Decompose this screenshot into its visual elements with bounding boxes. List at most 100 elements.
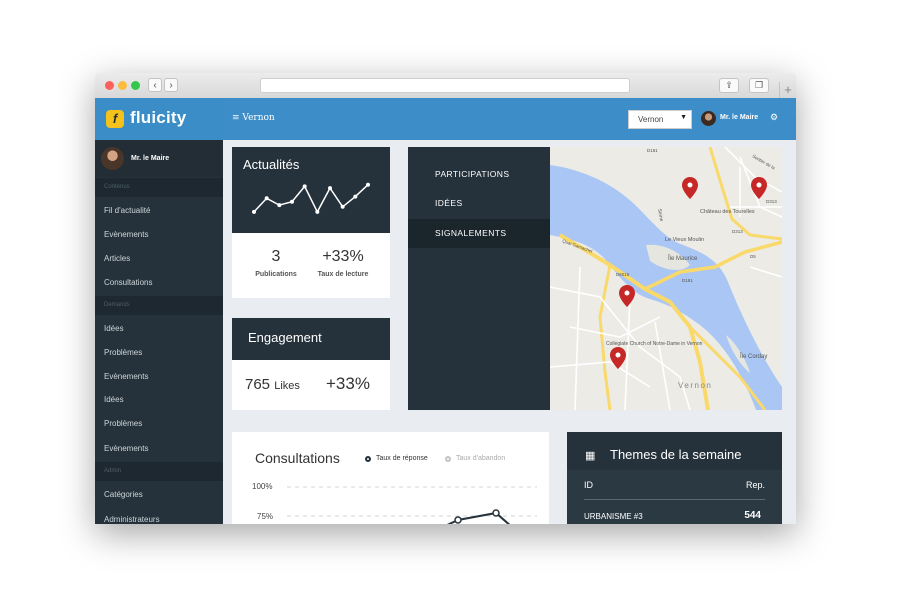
browser-window: ‹ › ⇪ ❐ + f fluicity ≡ Vernon Vernon ▼ M… — [95, 73, 796, 524]
themes-table: ID Rep. URBANISME #3 544 — [567, 470, 782, 524]
sidebar: Mr. le Maire Contenus Fil d'actualité Ev… — [95, 140, 223, 524]
map-panel: PARTICIPATIONS IDÉES SIGNALEMENTS Châtea… — [408, 147, 782, 410]
menu-toggle-button[interactable]: ≡ Vernon — [232, 113, 275, 123]
engagement-title: Engagement — [248, 330, 322, 345]
sidebar-item-idees[interactable]: Idées — [95, 317, 223, 341]
share-icon[interactable]: ⇪ — [719, 78, 739, 93]
map-label-d5: D5 — [750, 254, 756, 259]
back-icon[interactable]: ‹ — [148, 78, 162, 92]
map-label-collegiate: Collegiate Church of Notre-Dame in Verno… — [606, 341, 703, 347]
city-select[interactable]: Vernon ▼ — [628, 110, 692, 129]
sparkline-point — [252, 209, 256, 214]
caret-down-icon: ▼ — [680, 114, 687, 121]
sparkline-point — [353, 194, 358, 199]
address-bar[interactable] — [260, 78, 630, 93]
map-pin-1[interactable] — [682, 161, 698, 199]
grid-icon: ▦ — [585, 450, 596, 462]
engagement-card-header: Engagement — [232, 318, 390, 360]
sparkline-point — [315, 209, 320, 214]
sidebar-section-contenus: Contenus — [95, 178, 223, 197]
likes-stat: 765 Likes — [245, 376, 300, 393]
forward-icon[interactable]: › — [164, 78, 178, 92]
logo[interactable]: f fluicity — [95, 98, 223, 140]
header-user-name[interactable]: Mr. le Maire — [720, 114, 758, 121]
map-pin-4[interactable] — [610, 347, 626, 369]
sidebar-item-evenements-3[interactable]: Evènements — [95, 437, 223, 461]
engagement-rate: +33% — [326, 374, 370, 393]
taux-lecture-label: Taux de lecture — [317, 271, 369, 278]
tabs-icon[interactable]: ❐ — [749, 78, 769, 93]
publications-label: Publications — [255, 271, 297, 278]
sidebar-item-evenements[interactable]: Evènements — [95, 223, 223, 247]
sidebar-section-admin: Admin — [95, 462, 223, 481]
likes-unit: Likes — [274, 380, 300, 392]
engagement-card[interactable]: Engagement 765 Likes +33% — [232, 318, 390, 410]
sidebar-profile[interactable]: Mr. le Maire — [95, 140, 223, 177]
sidebar-item-categories[interactable]: Catégories — [95, 483, 223, 507]
reponse-point — [454, 516, 462, 524]
sparkline-point — [264, 196, 269, 201]
map-label-seine: Seine — [656, 208, 664, 222]
theme-row-id[interactable]: URBANISME #3 — [584, 512, 643, 521]
fluicity-logo-icon: f — [106, 110, 124, 128]
actualites-card-header: Actualités — [232, 147, 390, 233]
map-label-d313: D313 — [766, 199, 777, 204]
map-pin-2[interactable] — [751, 177, 767, 199]
map-label-d313-2: D313 — [732, 229, 743, 234]
road-north — [708, 147, 782, 241]
minimize-window-button[interactable] — [118, 81, 127, 90]
sparkline-point — [328, 186, 332, 191]
themes-title: Themes de la semaine — [610, 447, 742, 462]
sidebar-item-problemes-2[interactable]: Problèmes — [95, 412, 223, 436]
header-avatar[interactable] — [701, 111, 716, 126]
consultations-card[interactable]: Consultations Taux de réponse Taux d'aba… — [232, 432, 549, 524]
map-label-sentier: Sentier de la — [752, 154, 777, 171]
map-label-chateau: Château des Tourelles — [700, 209, 755, 215]
actualites-card[interactable]: Actualités 3 Publications +33% Taux de l… — [232, 147, 390, 298]
close-window-button[interactable] — [105, 81, 114, 90]
reponse-series-line — [446, 511, 511, 524]
browser-toolbar: ‹ › ⇪ ❐ + — [95, 73, 796, 99]
main-content: Actualités 3 Publications +33% Taux de l… — [223, 140, 796, 524]
sidebar-item-administrateurs[interactable]: Administrateurs — [95, 508, 223, 524]
city-select-value: Vernon — [638, 115, 664, 124]
sidebar-item-consultations[interactable]: Consultations — [95, 271, 223, 295]
sparkline-point — [366, 182, 370, 187]
sidebar-item-articles[interactable]: Articles — [95, 247, 223, 271]
sidebar-item-idees-2[interactable]: Idées — [95, 388, 223, 412]
map[interactable]: Château des Tourelles Le Vieux Moulin Îl… — [550, 147, 782, 410]
map-label-ile-maurice: Île Maurice — [667, 255, 698, 262]
sidebar-item-evenements-2[interactable]: Evènements — [95, 365, 223, 389]
actualites-sparkline — [252, 182, 370, 214]
sidebar-item-problemes[interactable]: Problèmes — [95, 341, 223, 365]
logo-text: fluicity — [130, 108, 187, 127]
sparkline-point — [277, 203, 282, 208]
map-label-ile-corday: Île Corday — [739, 353, 767, 360]
map-label-d181-north: D181 — [647, 148, 658, 153]
sparkline-point — [302, 184, 307, 189]
sparkline-point — [340, 204, 345, 209]
tab-signalements[interactable]: SIGNALEMENTS — [408, 219, 550, 248]
tab-idees[interactable]: IDÉES — [408, 189, 550, 218]
sparkline-path — [253, 184, 369, 214]
col-header-id: ID — [584, 480, 593, 490]
theme-row-rep: 544 — [744, 510, 761, 521]
settings-gear-icon[interactable]: ⚙ — [770, 112, 778, 123]
map-canvas: Château des Tourelles Le Vieux Moulin Îl… — [550, 147, 782, 410]
consultations-line-chart — [287, 486, 537, 524]
profile-name: Mr. le Maire — [131, 155, 170, 162]
reponse-point — [492, 509, 500, 517]
sidebar-item-fil-actualite[interactable]: Fil d'actualité — [95, 199, 223, 223]
road-west — [598, 264, 612, 410]
taux-lecture-value: +33% — [322, 248, 364, 265]
table-divider — [584, 499, 765, 500]
tab-participations[interactable]: PARTICIPATIONS — [408, 160, 550, 189]
map-label-d181: D181 — [682, 278, 693, 283]
map-label-vernon: Vernon — [678, 381, 712, 390]
map-pin-3[interactable] — [619, 285, 635, 307]
maximize-window-button[interactable] — [131, 81, 140, 90]
new-tab-icon[interactable]: + — [779, 82, 796, 98]
river-seine — [550, 165, 782, 410]
themes-card[interactable]: ▦ Themes de la semaine ID Rep. URBANISME… — [567, 432, 782, 524]
map-label-d6015: D6015 — [616, 272, 630, 277]
